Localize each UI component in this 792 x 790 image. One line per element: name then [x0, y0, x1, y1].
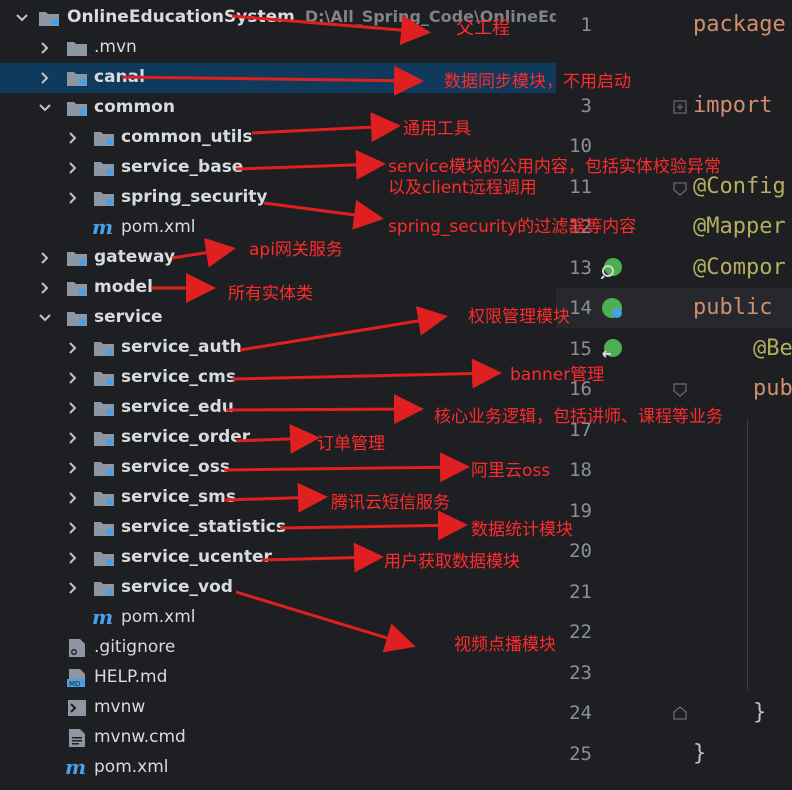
annotation-common-utils: 通用工具: [403, 119, 471, 139]
annotation-service-ucenter: 用户获取数据模块: [384, 552, 520, 572]
annotation-spring-security: spring_security的过滤器等内容: [388, 217, 637, 237]
annotation-service-base-2: 以及client远程调用: [388, 178, 537, 198]
annotation-service-vod: 视频点播模块: [454, 635, 556, 655]
annotation-service-oss: 阿里云oss: [471, 461, 551, 481]
annotation-service-sms: 腾讯云短信服务: [331, 493, 450, 513]
annotation-root: 父工程: [456, 18, 510, 39]
annotation-layer: 父工程 数据同步模块，不用启动 通用工具 service模块的公用内容，包括实体…: [0, 0, 792, 790]
annotation-gateway: api网关服务: [249, 240, 343, 260]
annotation-service-edu: 核心业务逻辑，包括讲师、课程等业务: [434, 407, 723, 427]
annotation-canal: 数据同步模块，不用启动: [444, 72, 631, 92]
annotation-arrows: [121, 14, 502, 653]
annotation-service-auth: 权限管理模块: [468, 307, 570, 327]
annotation-service-statistics: 数据统计模块: [471, 520, 573, 540]
annotation-model: 所有实体类: [228, 284, 313, 304]
annotation-service-order: 订单管理: [317, 434, 385, 454]
annotation-service-cms: banner管理: [510, 365, 605, 385]
